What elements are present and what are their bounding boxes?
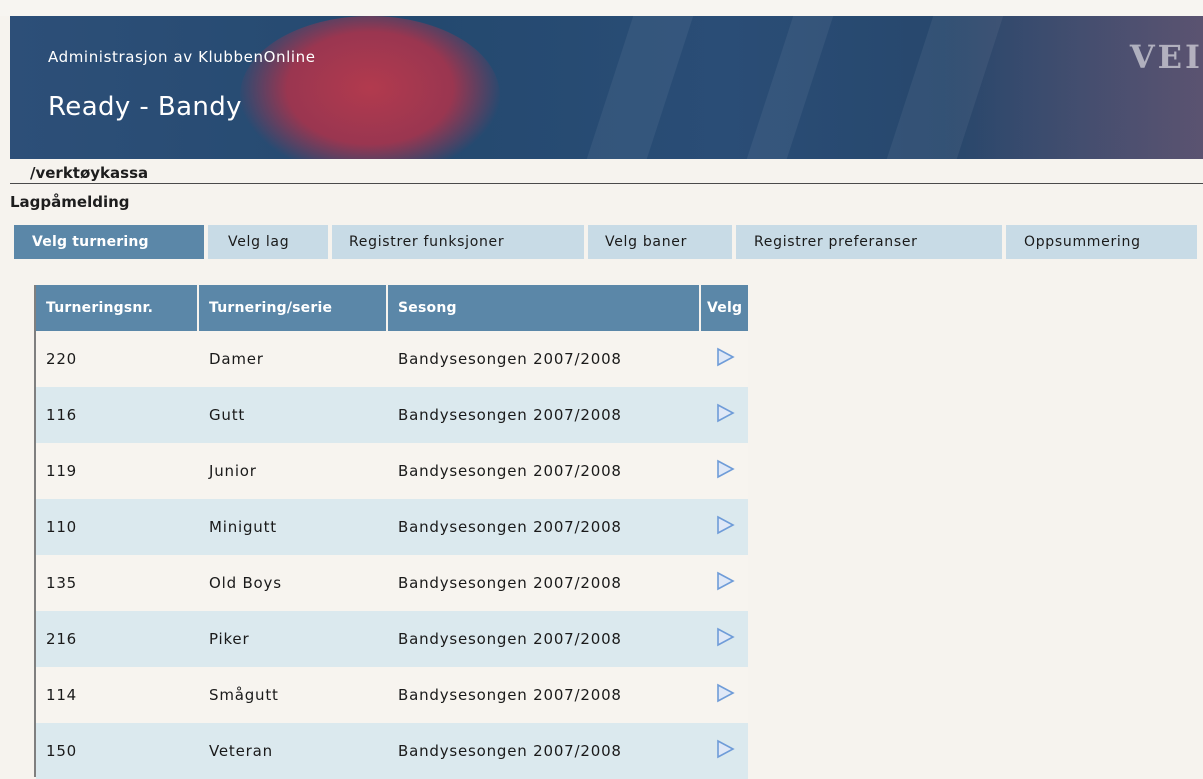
- tournament-name: Minigutt: [199, 499, 388, 555]
- tab-velg-turnering[interactable]: Velg turnering: [14, 225, 204, 259]
- tournament-season: Bandysesongen 2007/2008: [388, 723, 701, 779]
- banner-decoration: [240, 16, 500, 159]
- table-row: 116 Gutt Bandysesongen 2007/2008: [36, 387, 749, 443]
- table-header-row: Turneringsnr. Turnering/serie Sesong Vel…: [36, 285, 749, 331]
- header-banner: Administrasjon av KlubbenOnline Ready - …: [10, 16, 1203, 159]
- tab-oppsummering[interactable]: Oppsummering: [1006, 225, 1197, 259]
- column-header-season: Sesong: [388, 285, 701, 331]
- table-row: 110 Minigutt Bandysesongen 2007/2008: [36, 499, 749, 555]
- tournament-number: 150: [36, 723, 199, 779]
- tournament-name: Veteran: [199, 723, 388, 779]
- tournament-season: Bandysesongen 2007/2008: [388, 443, 701, 499]
- play-arrow-icon[interactable]: [714, 738, 736, 760]
- select-cell: [701, 443, 749, 499]
- tournament-season: Bandysesongen 2007/2008: [388, 555, 701, 611]
- tournament-number: 135: [36, 555, 199, 611]
- table-row: 150 Veteran Bandysesongen 2007/2008: [36, 723, 749, 779]
- banner-stripe: [586, 16, 694, 159]
- table-row: 135 Old Boys Bandysesongen 2007/2008: [36, 555, 749, 611]
- tab-registrer-preferanser[interactable]: Registrer preferanser: [736, 225, 1002, 259]
- play-arrow-icon[interactable]: [714, 346, 736, 368]
- play-arrow-icon[interactable]: [714, 682, 736, 704]
- tournament-season: Bandysesongen 2007/2008: [388, 499, 701, 555]
- play-arrow-icon[interactable]: [714, 626, 736, 648]
- play-arrow-icon[interactable]: [714, 514, 736, 536]
- tournament-season: Bandysesongen 2007/2008: [388, 667, 701, 723]
- banner-brand-text: VEI: [1129, 38, 1203, 76]
- banner-stripe: [746, 16, 834, 159]
- banner-subtitle: Administrasjon av KlubbenOnline: [48, 48, 316, 66]
- tournament-table: Turneringsnr. Turnering/serie Sesong Vel…: [36, 285, 749, 779]
- club-title: Ready - Bandy: [48, 92, 242, 122]
- table-row: 220 Damer Bandysesongen 2007/2008: [36, 331, 749, 387]
- page-title: Lagpåmelding: [10, 193, 130, 211]
- tournament-number: 119: [36, 443, 199, 499]
- column-header-tournament-series: Turnering/serie: [199, 285, 388, 331]
- table-row: 119 Junior Bandysesongen 2007/2008: [36, 443, 749, 499]
- top-strip: [0, 0, 1203, 16]
- table-row: 216 Piker Bandysesongen 2007/2008: [36, 611, 749, 667]
- tournament-name: Gutt: [199, 387, 388, 443]
- select-cell: [701, 387, 749, 443]
- play-arrow-icon[interactable]: [714, 458, 736, 480]
- tournament-number: 216: [36, 611, 199, 667]
- tournament-number: 110: [36, 499, 199, 555]
- select-cell: [701, 667, 749, 723]
- select-cell: [701, 723, 749, 779]
- play-arrow-icon[interactable]: [714, 570, 736, 592]
- select-cell: [701, 555, 749, 611]
- tournament-name: Piker: [199, 611, 388, 667]
- wizard-tabs: Velg turnering Velg lag Registrer funksj…: [14, 225, 1197, 259]
- select-cell: [701, 611, 749, 667]
- table-row: 114 Smågutt Bandysesongen 2007/2008: [36, 667, 749, 723]
- breadcrumb-divider: [10, 183, 1203, 184]
- tournament-number: 220: [36, 331, 199, 387]
- tournament-season: Bandysesongen 2007/2008: [388, 331, 701, 387]
- tournament-season: Bandysesongen 2007/2008: [388, 387, 701, 443]
- select-cell: [701, 499, 749, 555]
- tournament-table-container: Turneringsnr. Turnering/serie Sesong Vel…: [36, 285, 749, 779]
- tab-velg-baner[interactable]: Velg baner: [588, 225, 732, 259]
- tournament-name: Old Boys: [199, 555, 388, 611]
- tournament-number: 116: [36, 387, 199, 443]
- play-arrow-icon[interactable]: [714, 402, 736, 424]
- tab-registrer-funksjoner[interactable]: Registrer funksjoner: [332, 225, 584, 259]
- tournament-name: Smågutt: [199, 667, 388, 723]
- breadcrumb[interactable]: /verktøykassa: [30, 164, 148, 182]
- tab-velg-lag[interactable]: Velg lag: [208, 225, 328, 259]
- select-cell: [701, 331, 749, 387]
- tournament-season: Bandysesongen 2007/2008: [388, 611, 701, 667]
- column-header-select: Velg: [701, 285, 749, 331]
- tournament-number: 114: [36, 667, 199, 723]
- column-header-tournament-number: Turneringsnr.: [36, 285, 199, 331]
- tournament-name: Damer: [199, 331, 388, 387]
- tournament-name: Junior: [199, 443, 388, 499]
